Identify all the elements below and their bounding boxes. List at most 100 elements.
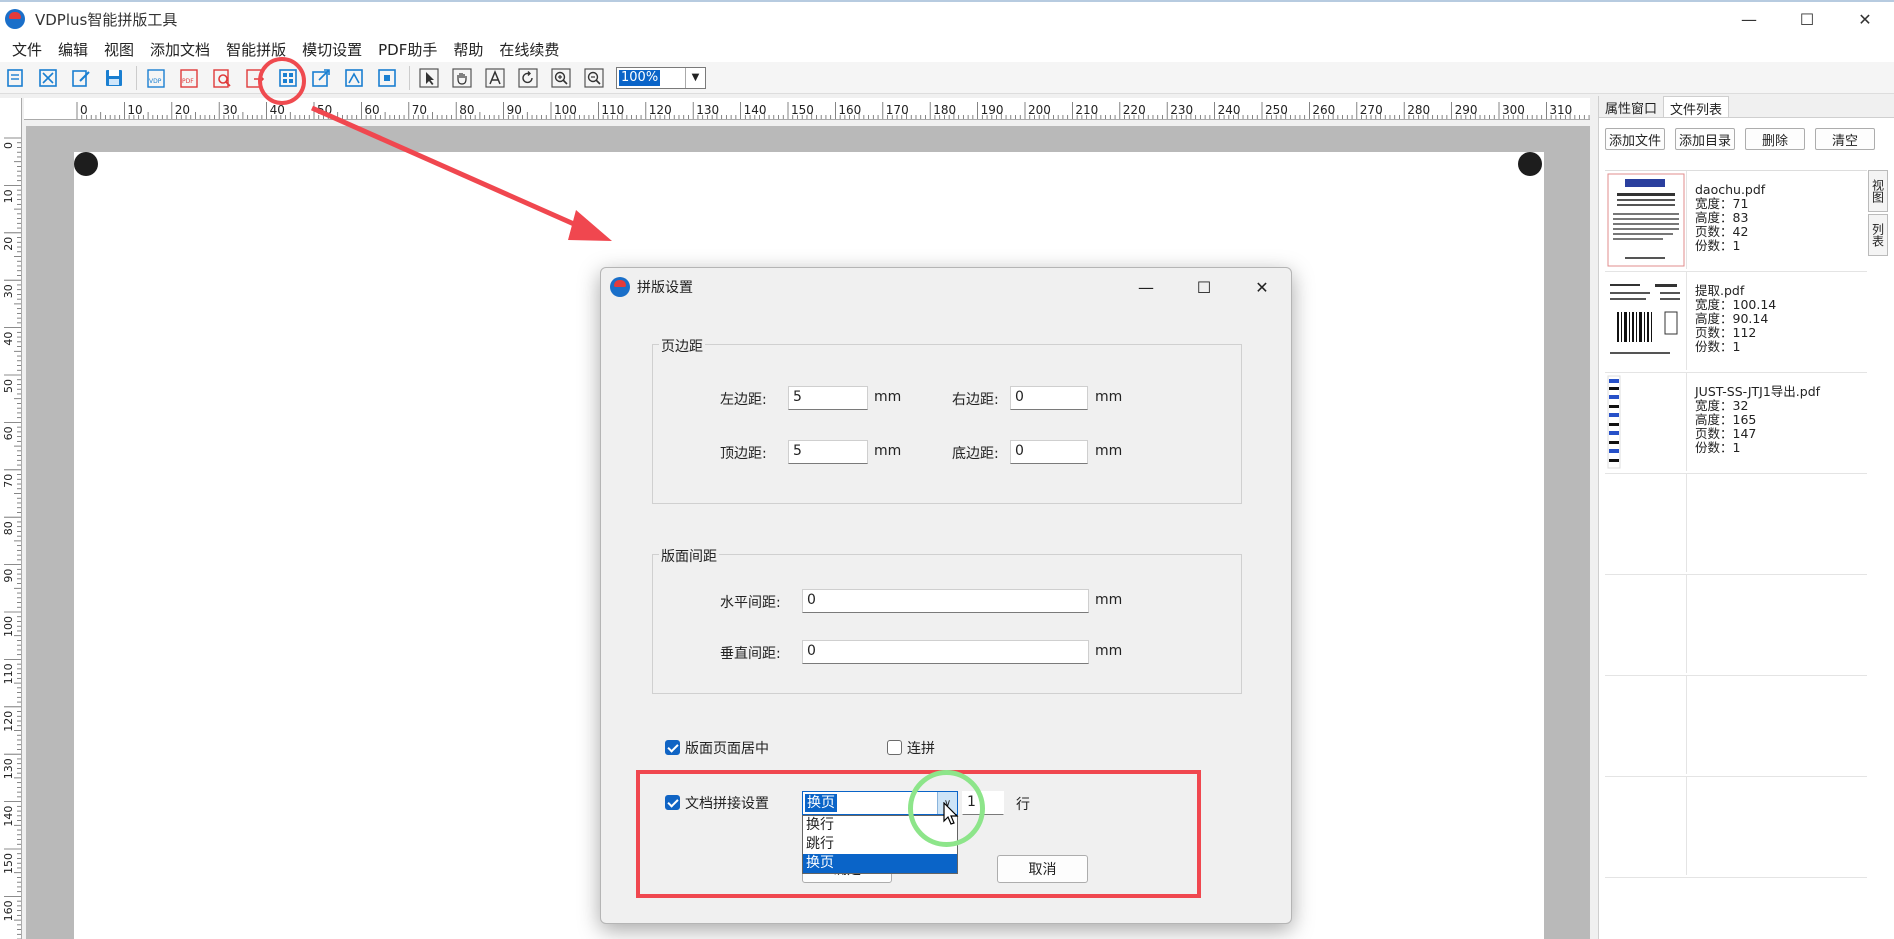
menu-edit[interactable]: 编辑 xyxy=(50,39,96,60)
close-icon[interactable]: ✕ xyxy=(1233,268,1291,306)
ruler-label: 10 xyxy=(2,189,15,203)
select-arrow-icon[interactable] xyxy=(416,65,442,91)
ruler-label: 270 xyxy=(1360,103,1383,117)
vertical-ruler: 0 10 20 30 40 50 60 70 80 90 100 110 120 130 140 150 160 xyxy=(0,98,22,939)
delete-button[interactable]: 删除 xyxy=(1745,128,1805,150)
maximize-icon[interactable]: ☐ xyxy=(1778,2,1836,36)
ruler-label: 70 xyxy=(412,103,427,117)
pdf-icon[interactable]: PDF xyxy=(176,65,202,91)
file-name: JUST-SS-JTJ1导出.pdf xyxy=(1695,384,1821,399)
file-info: JUST-SS-JTJ1导出.pdf 宽度：32 高度：165 页数：147 份… xyxy=(1687,373,1820,473)
zoom-in-icon[interactable] xyxy=(548,65,574,91)
file-pages: 页数：147 xyxy=(1695,426,1757,441)
center-page-label: 版面页面居中 xyxy=(685,741,769,757)
minimize-icon[interactable]: — xyxy=(1117,268,1175,306)
menu-pdf-helper[interactable]: PDF助手 xyxy=(370,39,445,60)
ruler-label: 280 xyxy=(1407,103,1430,117)
ruler-label: 120 xyxy=(649,103,672,117)
ruler-label: 0 xyxy=(2,142,15,149)
ruler-label: 70 xyxy=(2,474,15,488)
ruler-label: 100 xyxy=(2,616,15,637)
add-folder-button[interactable]: 添加目录 xyxy=(1675,128,1735,150)
path-icon[interactable] xyxy=(341,65,367,91)
cut-icon[interactable] xyxy=(35,65,61,91)
list-item[interactable]: daochu.pdf 宽度：71 高度：83 页数：42 份数：1 xyxy=(1605,171,1867,272)
add-file-button[interactable]: 添加文件 xyxy=(1605,128,1665,150)
ruler-label: 200 xyxy=(1028,103,1051,117)
continuous-checkbox[interactable] xyxy=(887,740,902,755)
file-thumbnail xyxy=(1605,575,1687,673)
bottom-margin-field[interactable]: 0 xyxy=(1010,440,1088,464)
file-pages: 页数：42 xyxy=(1695,224,1749,239)
file-info: daochu.pdf 宽度：71 高度：83 页数：42 份数：1 xyxy=(1687,171,1765,271)
menu-renew[interactable]: 在线续费 xyxy=(491,39,567,60)
vertical-spacing-field[interactable]: 0 xyxy=(802,640,1089,664)
center-page-checkbox[interactable] xyxy=(665,740,680,755)
menu-file[interactable]: 文件 xyxy=(4,39,50,60)
zoom-select[interactable]: 100% ▼ xyxy=(616,66,706,89)
list-item[interactable]: 提取.pdf 宽度：100.14 高度：90.14 页数：112 份数：1 xyxy=(1605,272,1867,373)
vdp-icon[interactable]: VDP xyxy=(143,65,169,91)
zoom-out-icon[interactable] xyxy=(581,65,607,91)
side-panel: 属性窗口 文件列表 添加文件 添加目录 删除 清空 daochu.pdf 宽度：… xyxy=(1598,96,1894,939)
window-controls: — ☐ ✕ xyxy=(1720,2,1894,36)
edit-icon[interactable] xyxy=(68,65,94,91)
ruler-label: 230 xyxy=(1170,103,1193,117)
ruler-label: 80 xyxy=(2,521,15,535)
title-bar: VDPlus智能拼版工具 — ☐ ✕ xyxy=(0,0,1894,36)
side-vertical-tabs: 视图 列表 xyxy=(1868,170,1888,258)
ruler-label: 0 xyxy=(80,103,88,117)
ruler-label: 20 xyxy=(175,103,190,117)
horizontal-ruler: 0 10 20 30 40 50 60 70 80 90 100 110 120 130 140 150 160… xyxy=(24,98,1590,120)
app-logo-icon xyxy=(5,9,25,29)
toolbar-separator xyxy=(409,65,410,90)
menu-add-doc[interactable]: 添加文档 xyxy=(142,39,218,60)
ruler-label: 20 xyxy=(2,237,15,251)
ruler-label: 140 xyxy=(2,806,15,827)
clear-button[interactable]: 清空 xyxy=(1815,128,1875,150)
top-margin-field[interactable]: 5 xyxy=(788,440,868,464)
text-icon[interactable] xyxy=(482,65,508,91)
menu-view[interactable]: 视图 xyxy=(96,39,142,60)
ruler-label: 290 xyxy=(1455,103,1478,117)
left-margin-field[interactable]: 5 xyxy=(788,386,868,410)
fit-icon[interactable] xyxy=(374,65,400,91)
top-margin-unit: mm xyxy=(874,443,902,459)
list-item xyxy=(1605,676,1867,777)
menu-die-cut[interactable]: 模切设置 xyxy=(294,39,370,60)
file-thumbnail xyxy=(1605,777,1687,875)
ruler-label: 110 xyxy=(601,103,624,117)
ruler-label: 180 xyxy=(933,103,956,117)
right-margin-unit: mm xyxy=(1095,389,1123,405)
list-item[interactable]: JUST-SS-JTJ1导出.pdf 宽度：32 高度：165 页数：147 份… xyxy=(1605,373,1867,474)
ruler-label: 210 xyxy=(1075,103,1098,117)
vtab-view[interactable]: 视图 xyxy=(1868,170,1888,212)
minimize-icon[interactable]: — xyxy=(1720,2,1778,36)
bottom-margin-label: 底边距: xyxy=(952,446,999,462)
horizontal-spacing-field[interactable]: 0 xyxy=(802,589,1089,613)
maximize-icon[interactable]: ☐ xyxy=(1175,268,1233,306)
file-thumbnail xyxy=(1605,474,1687,572)
tab-file-list[interactable]: 文件列表 xyxy=(1663,96,1730,118)
file-width: 宽度：100.14 xyxy=(1695,297,1777,312)
ruler-label: 240 xyxy=(1218,103,1241,117)
ruler-label: 10 xyxy=(127,103,142,117)
new-doc-icon[interactable] xyxy=(2,65,28,91)
vtab-list[interactable]: 列表 xyxy=(1868,214,1888,256)
chevron-down-icon[interactable]: ▼ xyxy=(685,67,705,88)
save-icon[interactable] xyxy=(101,65,127,91)
export-icon[interactable] xyxy=(308,65,334,91)
rotate-icon[interactable] xyxy=(515,65,541,91)
right-margin-field[interactable]: 0 xyxy=(1010,386,1088,410)
ruler-label: 130 xyxy=(696,103,719,117)
file-width: 宽度：32 xyxy=(1695,398,1749,413)
hand-icon[interactable] xyxy=(449,65,475,91)
menu-help[interactable]: 帮助 xyxy=(445,39,491,60)
continuous-label: 连拼 xyxy=(907,741,935,757)
pdf-search-icon[interactable] xyxy=(209,65,235,91)
ruler-label: 60 xyxy=(2,426,15,440)
close-icon[interactable]: ✕ xyxy=(1836,2,1894,36)
ruler-label: 90 xyxy=(2,569,15,583)
tab-properties[interactable]: 属性窗口 xyxy=(1599,96,1663,117)
margin-group-title: 页边距 xyxy=(659,336,705,356)
